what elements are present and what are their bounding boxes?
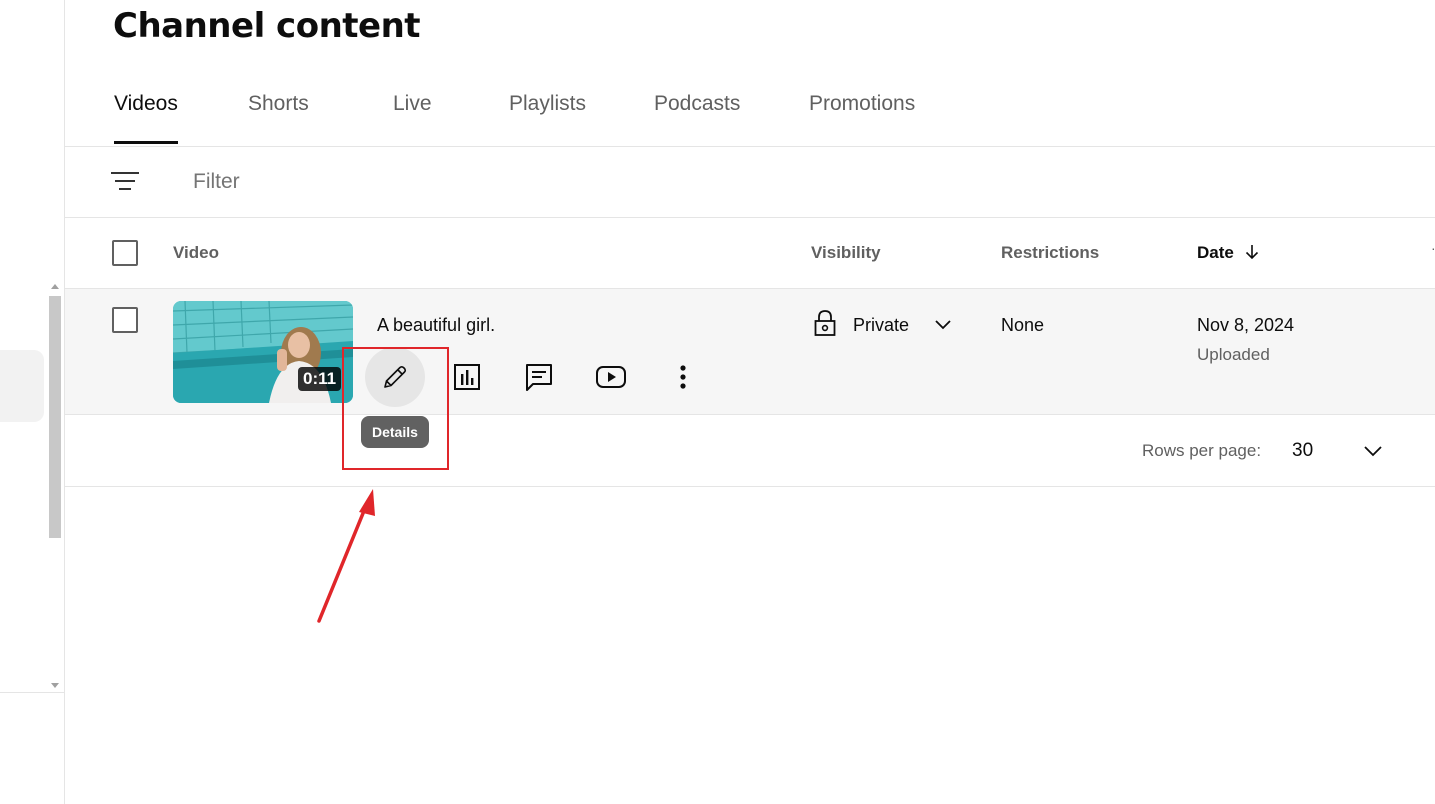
tab-label: Podcasts bbox=[654, 92, 741, 115]
filter-bar bbox=[65, 146, 1435, 218]
header-date[interactable]: Date bbox=[1197, 243, 1261, 263]
active-tab-underline bbox=[114, 141, 178, 144]
tab-label: Playlists bbox=[509, 92, 587, 115]
sidebar-selected-item[interactable] bbox=[0, 350, 44, 422]
sidebar-divider bbox=[0, 692, 64, 693]
options-button[interactable] bbox=[653, 347, 713, 407]
pagination-bar: Rows per page: 30 bbox=[65, 415, 1435, 487]
tab-label: Videos bbox=[114, 92, 178, 115]
comments-button[interactable] bbox=[509, 347, 569, 407]
tab-shorts[interactable]: Shorts bbox=[248, 92, 309, 144]
tab-label: Shorts bbox=[248, 92, 309, 115]
header-video: Video bbox=[173, 243, 219, 262]
left-sidebar bbox=[0, 0, 65, 804]
tab-label: Live bbox=[393, 92, 432, 115]
more-vert-icon bbox=[680, 365, 686, 389]
chevron-down-icon[interactable] bbox=[1362, 441, 1384, 461]
lock-icon bbox=[814, 310, 836, 336]
tab-promotions[interactable]: Promotions bbox=[809, 92, 915, 144]
view-on-youtube-button[interactable] bbox=[581, 347, 641, 407]
header-visibility[interactable]: Visibility bbox=[811, 243, 881, 263]
analytics-icon bbox=[454, 364, 480, 390]
video-duration: 0:11 bbox=[298, 367, 342, 391]
content-tabs: Videos Shorts Live Playlists Podcasts Pr… bbox=[65, 72, 1435, 147]
video-title[interactable]: A beautiful girl. bbox=[377, 315, 495, 336]
page-title: Channel content bbox=[113, 6, 421, 46]
scroll-up-icon[interactable] bbox=[51, 284, 59, 289]
tab-playlists[interactable]: Playlists bbox=[509, 92, 586, 144]
date-value: Nov 8, 2024 bbox=[1197, 315, 1295, 335]
tab-label: Promotions bbox=[809, 92, 916, 115]
filter-input[interactable] bbox=[191, 166, 695, 198]
date-status: Uploaded bbox=[1197, 345, 1270, 364]
row-checkbox[interactable] bbox=[112, 307, 138, 333]
sidebar-scrollbar[interactable] bbox=[48, 284, 62, 688]
table-header: Video Visibility Restrictions Date · bbox=[65, 218, 1435, 289]
tab-podcasts[interactable]: Podcasts bbox=[654, 92, 740, 144]
arrow-down-icon bbox=[1245, 245, 1258, 260]
tab-live[interactable]: Live bbox=[393, 92, 432, 144]
visibility-value[interactable]: Private bbox=[853, 315, 909, 336]
filter-icon[interactable] bbox=[111, 170, 139, 192]
select-all-checkbox[interactable] bbox=[112, 240, 138, 266]
comments-icon bbox=[526, 364, 552, 391]
header-views-cropped: · bbox=[1431, 240, 1435, 256]
header-restrictions[interactable]: Restrictions bbox=[1001, 243, 1099, 263]
youtube-icon bbox=[596, 366, 626, 388]
table-row[interactable]: 0:11 A beautiful girl. Private None Nov … bbox=[65, 289, 1435, 415]
tab-videos[interactable]: Videos bbox=[114, 92, 178, 144]
rows-per-page-select[interactable]: 30 bbox=[1292, 440, 1313, 462]
scroll-down-icon[interactable] bbox=[51, 683, 59, 688]
header-date-label: Date bbox=[1197, 243, 1234, 262]
chevron-down-icon[interactable] bbox=[933, 315, 953, 335]
restrictions-value: None bbox=[1001, 315, 1045, 335]
scrollbar-thumb[interactable] bbox=[49, 296, 61, 538]
rows-per-page-label: Rows per page: bbox=[1142, 441, 1262, 460]
